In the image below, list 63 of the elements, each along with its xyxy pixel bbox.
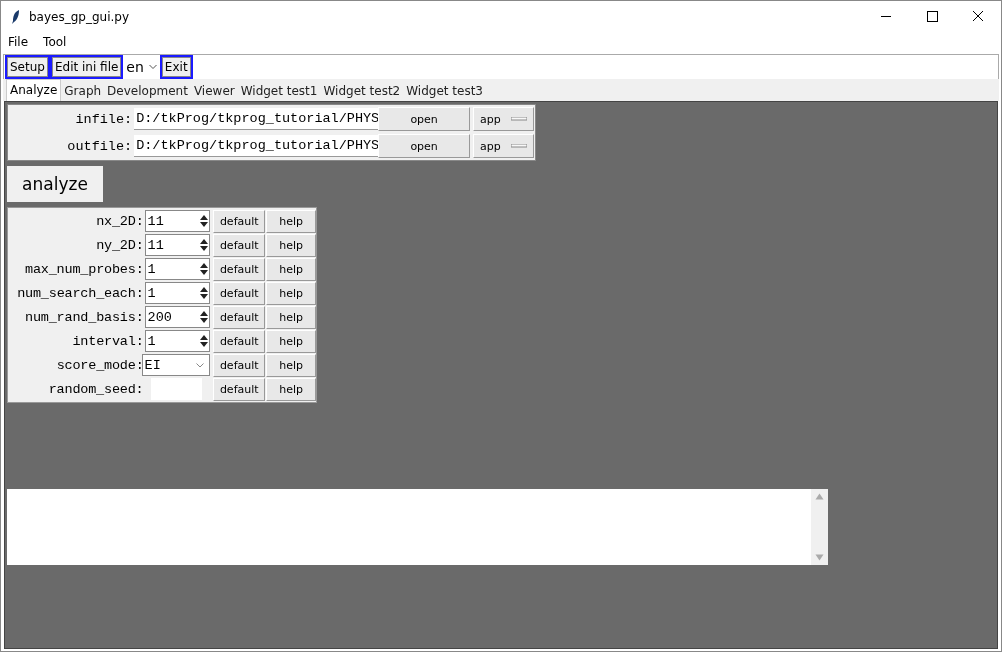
parameter-label: ny_2D: <box>95 237 145 253</box>
analyze-button[interactable]: analyze <box>7 166 103 202</box>
open-button[interactable]: open <box>378 107 471 131</box>
feather-icon <box>11 8 21 25</box>
spinbox[interactable]: 200 <box>144 306 211 328</box>
tab[interactable]: Development <box>104 82 191 101</box>
parameter-label: num_rand_basis: <box>24 309 145 325</box>
parameter-label: interval: <box>71 333 145 349</box>
field-label: outfile: <box>66 138 134 154</box>
tab[interactable]: Graph <box>61 82 105 101</box>
tab[interactable]: Analyze <box>6 79 62 101</box>
default-button[interactable]: default <box>213 329 266 353</box>
default-button[interactable]: default <box>213 209 266 233</box>
help-button[interactable]: help <box>266 209 316 233</box>
tab[interactable]: Widget test2 <box>320 82 404 101</box>
field-label: infile: <box>74 111 134 127</box>
default-button[interactable]: default <box>213 305 266 329</box>
spin-arrows-icon[interactable] <box>199 213 210 229</box>
spinbox[interactable]: 1 <box>144 258 211 280</box>
path-field[interactable]: D:/tkProg/tkprog_tutorial/PHYS <box>134 135 379 157</box>
default-button[interactable]: default <box>213 377 266 401</box>
tab[interactable]: Viewer <box>190 82 238 101</box>
spinbox[interactable]: 1 <box>144 282 211 304</box>
help-button[interactable]: help <box>266 281 316 305</box>
chevron-down-icon <box>196 362 205 368</box>
help-button[interactable]: help <box>266 329 316 353</box>
default-button[interactable]: default <box>213 233 266 257</box>
help-button[interactable]: help <box>266 305 316 329</box>
spin-arrows-icon[interactable] <box>199 261 210 277</box>
menu-item[interactable]: File <box>8 35 29 49</box>
menu-indicator-icon <box>511 117 527 121</box>
toolbar-button[interactable]: Exit <box>159 55 193 79</box>
toolbar-button[interactable]: Setup <box>5 55 50 79</box>
help-button[interactable]: help <box>266 257 316 281</box>
menu-item[interactable]: Tool <box>43 35 67 49</box>
default-button[interactable]: default <box>213 257 266 281</box>
tab[interactable]: Widget test3 <box>403 82 486 101</box>
spin-arrows-icon[interactable] <box>199 333 210 349</box>
chevron-down-icon <box>148 64 157 70</box>
spin-arrows-icon[interactable] <box>199 309 210 325</box>
tab[interactable]: Widget test1 <box>237 82 321 101</box>
parameter-label: random_seed: <box>47 381 145 397</box>
spinbox[interactable]: 11 <box>144 234 211 256</box>
app-menu-button[interactable]: app <box>473 134 534 158</box>
spin-arrows-icon[interactable] <box>199 237 210 253</box>
spinbox[interactable]: 1 <box>144 330 211 352</box>
window-title: bayes_gp_gui.py <box>29 9 130 24</box>
spin-arrows-icon[interactable] <box>199 285 210 301</box>
app-menu-button[interactable]: app <box>473 107 534 131</box>
help-button[interactable]: help <box>266 353 316 377</box>
open-button[interactable]: open <box>378 134 471 158</box>
help-button[interactable]: help <box>266 233 316 257</box>
help-button[interactable]: help <box>266 377 316 401</box>
parameter-label: num_search_each: <box>16 285 145 301</box>
menu-indicator-icon <box>511 144 527 148</box>
spinbox[interactable]: 11 <box>144 210 211 232</box>
path-field[interactable]: D:/tkProg/tkprog_tutorial/PHYS <box>134 108 379 130</box>
default-button[interactable]: default <box>213 281 266 305</box>
toolbar-button[interactable]: Edit ini file <box>49 55 124 79</box>
parameter-label: max_num_probes: <box>24 261 145 277</box>
default-button[interactable]: default <box>213 353 266 377</box>
parameter-label: nx_2D: <box>95 213 145 229</box>
dropdown[interactable]: EI <box>141 354 211 376</box>
